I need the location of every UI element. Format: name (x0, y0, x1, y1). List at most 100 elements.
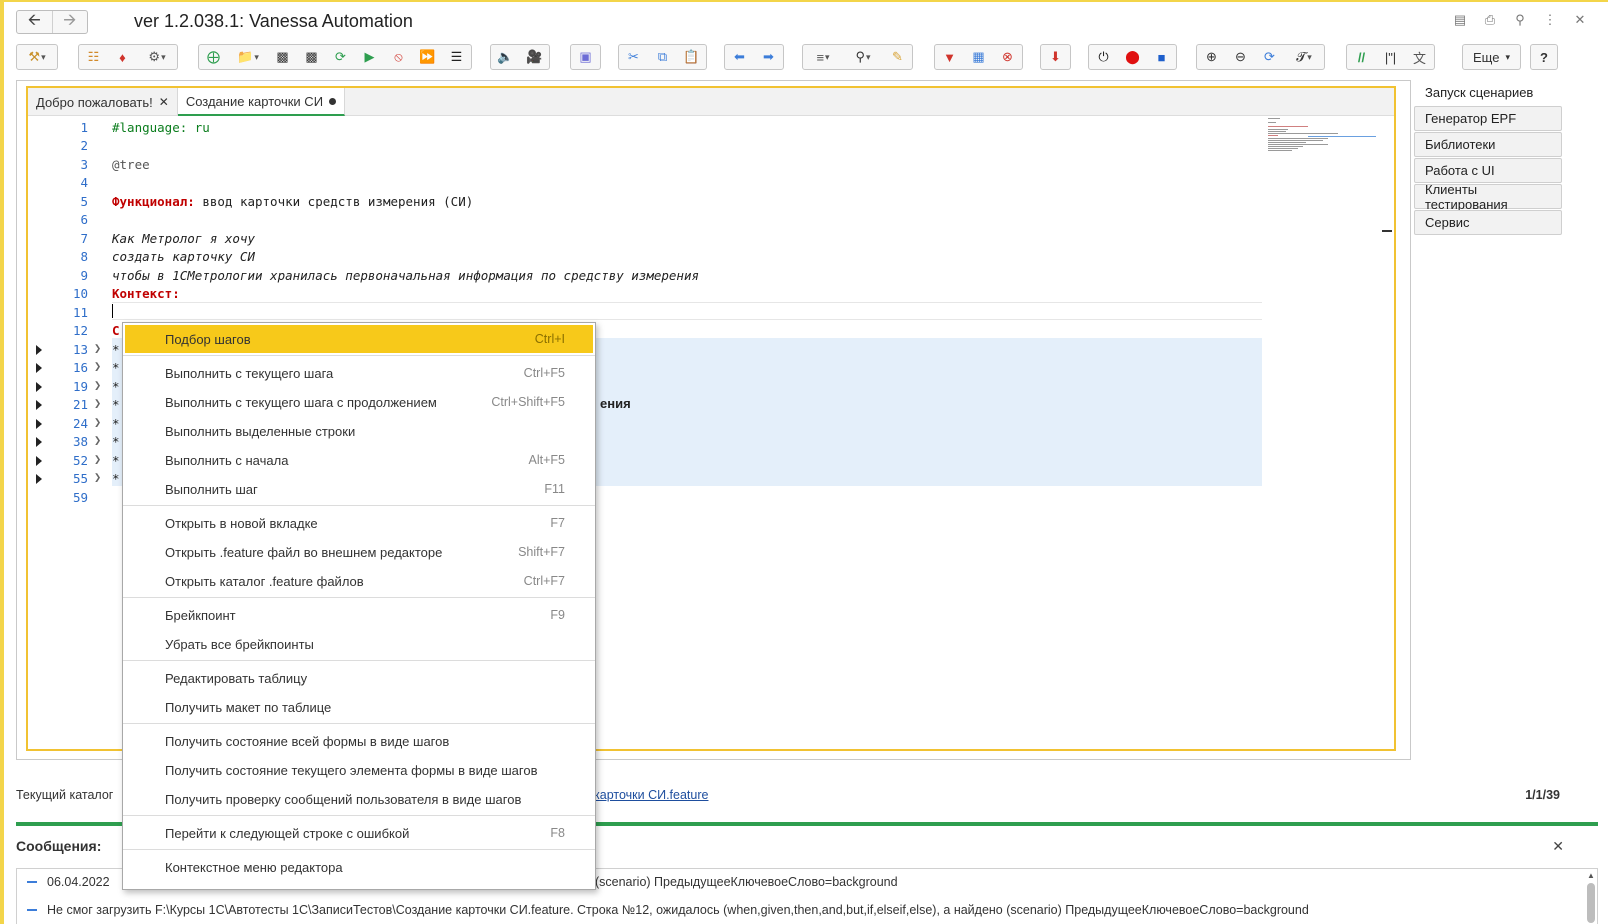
menu-item-breakpoint[interactable]: Брейкпоинт F9 (125, 601, 593, 629)
fold-triangle-icon[interactable] (36, 437, 42, 447)
close-icon[interactable]: ✕ (1552, 838, 1564, 855)
menu-item-run-from-current-continue[interactable]: Выполнить с текущего шага с продолжением… (125, 388, 593, 416)
zoom-out-icon[interactable]: ⊖ (1226, 45, 1255, 69)
video-icon[interactable]: 🎥 (520, 45, 549, 69)
scroll-up-icon[interactable]: ▲ (1587, 871, 1595, 880)
messages-scrollbar[interactable]: ▲ (1585, 869, 1597, 924)
object-icon[interactable]: ▣ (571, 45, 600, 69)
close-icon[interactable]: ✕ (159, 95, 169, 109)
gear-icon[interactable]: ⚙ (137, 45, 177, 69)
breakpoint-icon[interactable]: ▼ (935, 45, 964, 69)
save-file-icon[interactable]: ▩ (268, 45, 297, 69)
panel-test-clients[interactable]: Клиенты тестирования (1414, 182, 1562, 212)
preview-icon[interactable]: ⚲ (1512, 12, 1528, 28)
arrow-down-icon[interactable]: ⬇ (1041, 45, 1070, 69)
cancel-circle-icon[interactable]: ⊗ (993, 45, 1022, 69)
fold-triangle-icon[interactable] (36, 363, 42, 373)
menu-item-element-state[interactable]: Получить состояние текущего элемента фор… (125, 756, 593, 784)
chevron-right-icon[interactable]: ❯ (94, 378, 101, 392)
sound-icon[interactable]: 🔈 (491, 45, 520, 69)
tree-icon[interactable]: ☷ (79, 45, 108, 69)
menu-item-open-new-tab[interactable]: Открыть в новой вкладке F7 (125, 509, 593, 537)
font-size-icon[interactable]: 𝓣 (1284, 45, 1324, 69)
menu-item-remove-breakpoints[interactable]: Убрать все брейкпоинты (125, 630, 593, 658)
print-icon[interactable]: ⎙ (1482, 12, 1498, 28)
tools-icon[interactable]: ⚒ (17, 45, 57, 69)
translate-icon[interactable]: 文 (1405, 45, 1434, 69)
arrow-right-icon[interactable]: ➡ (754, 45, 783, 69)
menu-item-get-layout[interactable]: Получить макет по таблице (125, 693, 593, 721)
scrollbar-thumb[interactable] (1382, 230, 1392, 232)
fold-triangle-icon[interactable] (36, 400, 42, 410)
toolbar-group-media: 🔈 🎥 (490, 44, 550, 70)
code-minimap[interactable] (1268, 116, 1378, 156)
chevron-right-icon[interactable]: ❯ (94, 470, 101, 484)
menu-item-editor-context-menu[interactable]: Контекстное меню редактора (125, 853, 593, 881)
chevron-right-icon[interactable]: ❯ (94, 396, 101, 410)
menu-item-open-external[interactable]: Открыть .feature файл во внешнем редакто… (125, 538, 593, 566)
arrow-left-icon[interactable]: ⬅ (725, 45, 754, 69)
tab-welcome[interactable]: Добро пожаловать! ✕ (28, 88, 178, 116)
back-arrow-icon[interactable]: 🡨 (17, 11, 52, 33)
search-icon[interactable]: ⚲ (843, 45, 883, 69)
paste-icon[interactable]: 📋 (677, 45, 706, 69)
diamond-icon[interactable]: ♦ (108, 45, 137, 69)
cut-icon[interactable]: ✂ (619, 45, 648, 69)
menu-item-run-selected[interactable]: Выполнить выделенные строки (125, 417, 593, 445)
help-button[interactable]: ? (1530, 44, 1558, 70)
broom-icon[interactable]: ✎ (883, 45, 912, 69)
quote-icon[interactable]: |"| (1376, 45, 1405, 69)
menu-item-pick-steps[interactable]: Подбор шагов Ctrl+I (125, 325, 593, 353)
run-icon[interactable]: ▶ (355, 45, 384, 69)
tab-create-card[interactable]: Создание карточки СИ (177, 88, 346, 116)
more-button[interactable]: Еще ▾ (1462, 44, 1521, 70)
record-icon[interactable]: ⬤ (1118, 45, 1147, 69)
fold-triangle-icon[interactable] (36, 382, 42, 392)
stop-square-icon[interactable]: ■ (1147, 45, 1176, 69)
menu-item-message-check[interactable]: Получить проверку сообщений пользователя… (125, 785, 593, 813)
fold-triangle-icon[interactable] (36, 345, 42, 355)
menu-item-run-step[interactable]: Выполнить шаг F11 (125, 475, 593, 503)
refresh-icon[interactable]: ⟳ (326, 45, 355, 69)
forward-arrow-icon[interactable]: 🡪 (51, 11, 88, 33)
list-icon[interactable]: ≡ (803, 45, 843, 69)
power-icon[interactable]: ⏻ (1089, 45, 1118, 69)
message-item[interactable]: Не смог загрузить F:\Курсы 1С\Автотесты … (27, 897, 1309, 923)
sync-icon[interactable]: ⟳ (1255, 45, 1284, 69)
save-icon[interactable]: ▤ (1452, 12, 1468, 28)
open-folder-icon[interactable]: 📁 (228, 45, 268, 69)
scrollbar-thumb[interactable] (1587, 883, 1595, 923)
fold-triangle-icon[interactable] (36, 419, 42, 429)
chevron-right-icon[interactable]: ❯ (94, 452, 101, 466)
menu-item-next-error[interactable]: Перейти к следующей строке с ошибкой F8 (125, 819, 593, 847)
menu-item-run-from-start[interactable]: Выполнить с начала Alt+F5 (125, 446, 593, 474)
menu-item-form-state[interactable]: Получить состояние всей формы в виде шаг… (125, 727, 593, 755)
comment-icon[interactable]: // (1347, 45, 1376, 69)
save-as-icon[interactable]: ▩ (297, 45, 326, 69)
chevron-right-icon[interactable]: ❯ (94, 341, 101, 355)
chevron-right-icon[interactable]: ❯ (94, 433, 101, 447)
fold-triangle-icon[interactable] (36, 456, 42, 466)
chevron-right-icon[interactable]: ❯ (94, 415, 101, 429)
run-fast-icon[interactable]: ⏩ (413, 45, 442, 69)
close-icon[interactable]: ✕ (1572, 12, 1588, 28)
chevron-right-icon[interactable]: ❯ (94, 359, 101, 373)
panel-libraries[interactable]: Библиотеки (1414, 132, 1562, 157)
panel-run-scenarios[interactable]: Запуск сценариев (1414, 80, 1562, 105)
editor-scrollbar[interactable] (1382, 116, 1392, 746)
menu-item-run-from-current[interactable]: Выполнить с текущего шага Ctrl+F5 (125, 359, 593, 387)
add-icon[interactable]: ⨁ (199, 45, 228, 69)
zoom-in-icon[interactable]: ⊕ (1197, 45, 1226, 69)
menu-item-open-catalog[interactable]: Открыть каталог .feature файлов Ctrl+F7 (125, 567, 593, 595)
copy-icon[interactable]: ⧉ (648, 45, 677, 69)
stop-icon[interactable]: ⦸ (384, 45, 413, 69)
feature-file-link[interactable]: карточки СИ.feature (594, 788, 708, 802)
table-icon[interactable]: ▦ (964, 45, 993, 69)
fold-triangle-icon[interactable] (36, 474, 42, 484)
panel-ui-work[interactable]: Работа с UI (1414, 158, 1562, 183)
steps-icon[interactable]: ☰ (442, 45, 471, 69)
more-vertical-icon[interactable]: ⋮ (1542, 12, 1558, 28)
panel-service[interactable]: Сервис (1414, 210, 1562, 235)
menu-item-edit-table[interactable]: Редактировать таблицу (125, 664, 593, 692)
panel-epf-generator[interactable]: Генератор EPF (1414, 106, 1562, 131)
